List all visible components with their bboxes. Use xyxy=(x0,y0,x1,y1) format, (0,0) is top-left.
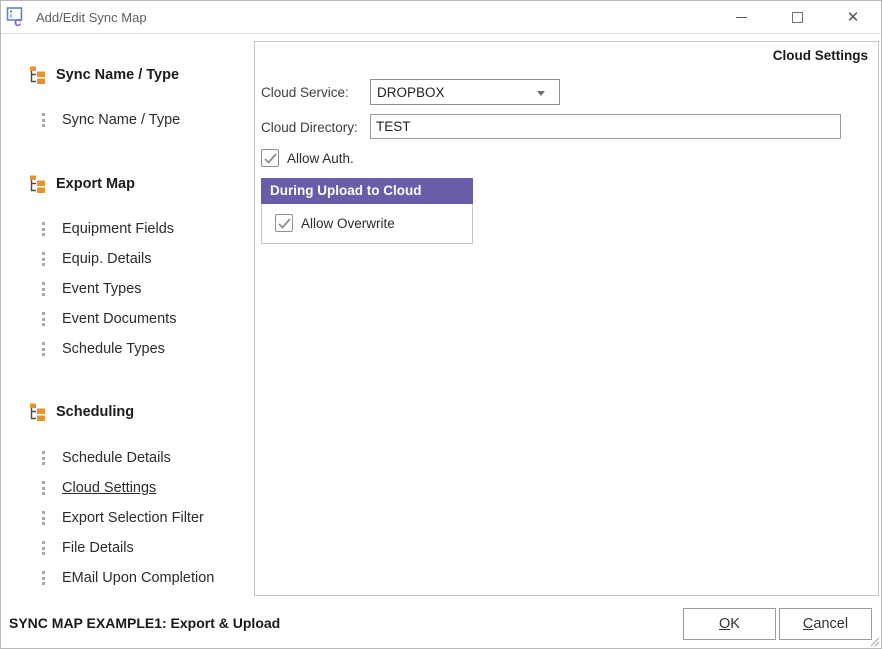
close-button[interactable]: ✕ xyxy=(825,1,881,34)
minimize-icon xyxy=(736,17,747,18)
grip-dots-icon xyxy=(42,341,45,357)
cloud-service-label: Cloud Service: xyxy=(261,85,349,100)
sidebar-item-schedule-types[interactable]: Schedule Types xyxy=(42,339,165,359)
grip-dots-icon xyxy=(42,311,45,327)
nav-section-scheduling: Scheduling xyxy=(29,402,134,422)
during-upload-group-header: During Upload to Cloud xyxy=(261,178,473,204)
sidebar-item-equipment-fields[interactable]: Equipment Fields xyxy=(42,219,174,239)
nav-section-export-map: Export Map xyxy=(29,174,135,194)
nav-section-label: Sync Name / Type xyxy=(56,67,179,83)
grip-dots-icon xyxy=(42,281,45,297)
grip-dots-icon xyxy=(42,221,45,237)
minimize-button[interactable] xyxy=(713,1,769,34)
checkbox-box xyxy=(275,214,293,232)
app-icon: c xyxy=(6,6,28,28)
tree-section-icon xyxy=(29,66,46,84)
grip-dots-icon xyxy=(42,510,45,526)
sidebar-item-schedule-details[interactable]: Schedule Details xyxy=(42,448,171,468)
check-icon xyxy=(278,218,291,229)
tree-section-icon xyxy=(29,175,46,193)
close-icon: ✕ xyxy=(847,10,860,25)
nav-section-sync-name-type: Sync Name / Type xyxy=(29,65,179,85)
nav-section-label: Export Map xyxy=(56,176,135,192)
maximize-button[interactable] xyxy=(769,1,825,34)
grip-dots-icon xyxy=(42,112,45,128)
window-title: Add/Edit Sync Map xyxy=(36,10,147,25)
checkbox-box xyxy=(261,149,279,167)
allow-auth-checkbox[interactable]: Allow Auth. xyxy=(261,149,354,167)
during-upload-group-box: Allow Overwrite xyxy=(261,204,473,244)
maximize-icon xyxy=(792,12,803,23)
panel-title: Cloud Settings xyxy=(773,48,868,63)
cloud-directory-label: Cloud Directory: xyxy=(261,120,358,135)
sidebar-item-event-documents[interactable]: Event Documents xyxy=(42,309,176,329)
allow-auth-label: Allow Auth. xyxy=(287,151,354,166)
check-icon xyxy=(264,153,277,164)
window-controls: ✕ xyxy=(713,1,881,34)
grip-dots-icon xyxy=(42,480,45,496)
sidebar-item-event-types[interactable]: Event Types xyxy=(42,279,142,299)
sidebar-item-export-selection-filter[interactable]: Export Selection Filter xyxy=(42,508,204,528)
nav-section-label: Scheduling xyxy=(56,404,134,420)
sidebar-item-equip-details[interactable]: Equip. Details xyxy=(42,249,151,269)
sidebar-item-file-details[interactable]: File Details xyxy=(42,538,134,558)
grip-dots-icon xyxy=(42,540,45,556)
allow-overwrite-label: Allow Overwrite xyxy=(301,216,395,231)
cloud-directory-input[interactable] xyxy=(370,114,841,139)
tree-section-icon xyxy=(29,403,46,421)
grip-dots-icon xyxy=(42,570,45,586)
title-bar: c Add/Edit Sync Map ✕ xyxy=(1,1,881,34)
ok-button[interactable]: OK xyxy=(683,608,776,640)
grip-dots-icon xyxy=(42,450,45,466)
chevron-down-icon xyxy=(537,91,545,96)
svg-text:c: c xyxy=(14,14,21,28)
grip-dots-icon xyxy=(42,251,45,267)
sidebar-item-email-upon-completion[interactable]: EMail Upon Completion xyxy=(42,568,214,588)
status-text: SYNC MAP EXAMPLE1: Export & Upload xyxy=(9,615,280,631)
cancel-button[interactable]: Cancel xyxy=(779,608,872,640)
allow-overwrite-checkbox[interactable]: Allow Overwrite xyxy=(275,214,395,232)
cloud-service-dropdown[interactable]: DROPBOX xyxy=(370,79,560,105)
cloud-settings-panel: Cloud Settings Cloud Service: DROPBOX Cl… xyxy=(254,41,879,596)
cloud-service-value: DROPBOX xyxy=(377,85,445,100)
sidebar-item-cloud-settings[interactable]: Cloud Settings xyxy=(42,478,156,498)
sidebar-item-sync-name-type[interactable]: Sync Name / Type xyxy=(42,110,180,130)
resize-grip[interactable] xyxy=(868,635,880,647)
add-edit-sync-map-dialog: c Add/Edit Sync Map ✕ Sync Name / Type S… xyxy=(0,0,882,649)
